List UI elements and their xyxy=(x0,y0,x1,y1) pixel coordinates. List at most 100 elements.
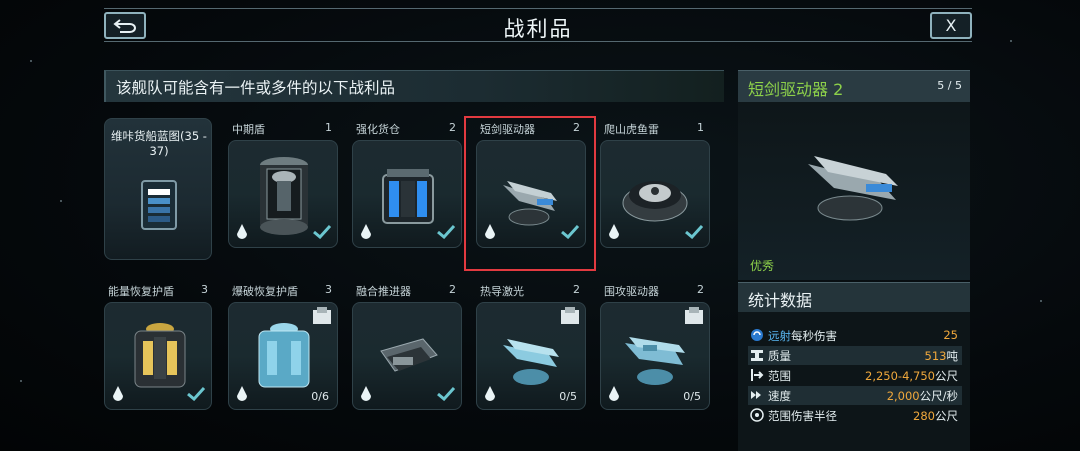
stat-label: 范围伤害半径 xyxy=(768,409,837,423)
loot-item[interactable]: 热导激光 2 0/5 xyxy=(476,280,586,433)
loot-heading: 该舰队可能含有一件或多件的以下战利品 xyxy=(116,79,396,97)
thermal-laser-icon xyxy=(503,339,559,385)
item-card[interactable]: 0/5 xyxy=(600,302,710,410)
energy-shield-icon xyxy=(134,323,186,388)
torpedo-icon xyxy=(622,181,688,222)
detail-header: 短剑驱动器 2 5 / 5 xyxy=(738,70,970,102)
siege-drive-icon xyxy=(625,337,685,385)
blueprint-card[interactable]: 维咔货船蓝图(35 - 37) xyxy=(104,118,212,260)
drop-icon xyxy=(609,386,619,401)
cargo-hold-icon xyxy=(382,169,434,224)
check-icon xyxy=(437,387,455,401)
drop-icon xyxy=(485,386,495,401)
radius-icon xyxy=(750,408,764,422)
loot-item[interactable]: 爆破恢复护盾 3 0/6 xyxy=(228,280,338,433)
item-card[interactable]: 0/5 xyxy=(476,302,586,410)
item-fraction: 0/5 xyxy=(683,390,701,403)
item-card[interactable] xyxy=(104,302,212,410)
loot-item[interactable]: 中期盾 1 xyxy=(228,118,338,271)
shield-module-icon xyxy=(260,157,308,235)
detail-count: 5 / 5 xyxy=(937,79,962,92)
range-icon xyxy=(751,329,763,341)
star xyxy=(30,60,32,62)
stat-label: 范围 xyxy=(768,369,791,383)
star xyxy=(60,200,62,202)
stat-unit: 公尺/秒 xyxy=(919,389,958,403)
loot-item[interactable]: 能量恢复护盾 3 xyxy=(104,280,214,433)
drop-icon xyxy=(237,386,247,401)
item-count: 3 xyxy=(201,283,208,296)
item-name: 融合推进器 xyxy=(356,285,411,298)
stat-row: 范围伤害半径 280公尺 xyxy=(748,406,962,425)
stat-number: 2,000 xyxy=(886,389,920,403)
drop-icon xyxy=(237,224,247,239)
blueprint-icon xyxy=(141,180,177,230)
item-fraction: 0/6 xyxy=(311,390,329,403)
item-count: 3 xyxy=(325,283,332,296)
stat-unit: 公尺 xyxy=(935,369,958,383)
stat-value: 280公尺 xyxy=(913,408,958,424)
stat-number: 2,250-4,750 xyxy=(865,369,935,383)
item-card[interactable] xyxy=(228,140,338,248)
check-icon xyxy=(187,387,205,401)
stat-label-prefix: 远射 xyxy=(768,329,791,343)
stat-label-text: 每秒伤害 xyxy=(791,329,837,343)
stat-value: 25 xyxy=(943,328,958,342)
check-icon xyxy=(313,225,331,239)
item-name: 爬山虎鱼雷 xyxy=(604,123,659,136)
close-button[interactable]: X xyxy=(930,12,972,39)
item-count: 2 xyxy=(449,283,456,296)
drop-icon xyxy=(361,224,371,239)
star xyxy=(20,380,22,382)
drop-icon xyxy=(113,386,123,401)
stat-number: 25 xyxy=(943,328,958,342)
mass-icon xyxy=(751,350,763,361)
stats-title: 统计数据 xyxy=(748,291,813,310)
stat-unit: 吨 xyxy=(946,349,959,363)
item-count: 2 xyxy=(697,283,704,296)
stat-number: 280 xyxy=(913,409,935,423)
item-name: 热导激光 xyxy=(480,285,524,298)
blueprint-label: 维咔货船蓝图(35 - 37) xyxy=(111,129,207,158)
drive-weapon-large-icon xyxy=(808,156,898,221)
loot-item[interactable]: 爬山虎鱼雷 1 xyxy=(600,118,710,271)
check-icon xyxy=(437,225,455,239)
stat-row: 速度 2,000公尺/秒 xyxy=(748,386,962,405)
loot-item[interactable]: 强化货仓 2 xyxy=(352,118,462,271)
stat-label: 质量 xyxy=(768,349,791,363)
drop-icon xyxy=(609,224,619,239)
item-count: 2 xyxy=(449,121,456,134)
page-title: 战利品 xyxy=(503,17,573,41)
star xyxy=(1040,300,1042,302)
speed-icon xyxy=(751,391,761,399)
loot-item[interactable]: 围攻驱动器 2 0/5 xyxy=(600,280,710,433)
item-name: 爆破恢复护盾 xyxy=(232,285,298,298)
stat-row: 质量 513吨 xyxy=(748,346,962,365)
stat-value: 513吨 xyxy=(925,348,958,364)
item-card[interactable] xyxy=(352,302,462,410)
stat-row: 远射每秒伤害 25 xyxy=(748,326,962,345)
stat-number: 513 xyxy=(924,349,947,363)
selection-highlight xyxy=(464,116,596,271)
item-card[interactable] xyxy=(352,140,462,248)
item-count: 2 xyxy=(573,283,580,296)
blast-shield-icon xyxy=(258,323,310,388)
item-card[interactable]: 0/6 xyxy=(228,302,338,410)
item-count: 1 xyxy=(697,121,704,134)
loot-item[interactable]: 融合推进器 2 xyxy=(352,280,462,433)
rarity-label: 优秀 xyxy=(750,259,775,273)
stat-unit: 公尺 xyxy=(935,409,958,423)
item-name: 围攻驱动器 xyxy=(604,285,659,298)
detail-preview: 优秀 xyxy=(738,102,970,280)
stat-row: 范围 2,250-4,750公尺 xyxy=(748,366,962,385)
stat-label: 速度 xyxy=(768,389,791,403)
stat-label: 远射每秒伤害 xyxy=(768,328,837,344)
item-fraction: 0/5 xyxy=(559,390,577,403)
item-name: 中期盾 xyxy=(232,123,265,136)
item-count: 1 xyxy=(325,121,332,134)
item-card[interactable] xyxy=(600,140,710,248)
detail-title: 短剑驱动器 2 xyxy=(748,80,844,99)
thruster-icon xyxy=(380,338,438,372)
stats-header: 统计数据 xyxy=(738,282,970,312)
drop-icon xyxy=(361,386,371,401)
